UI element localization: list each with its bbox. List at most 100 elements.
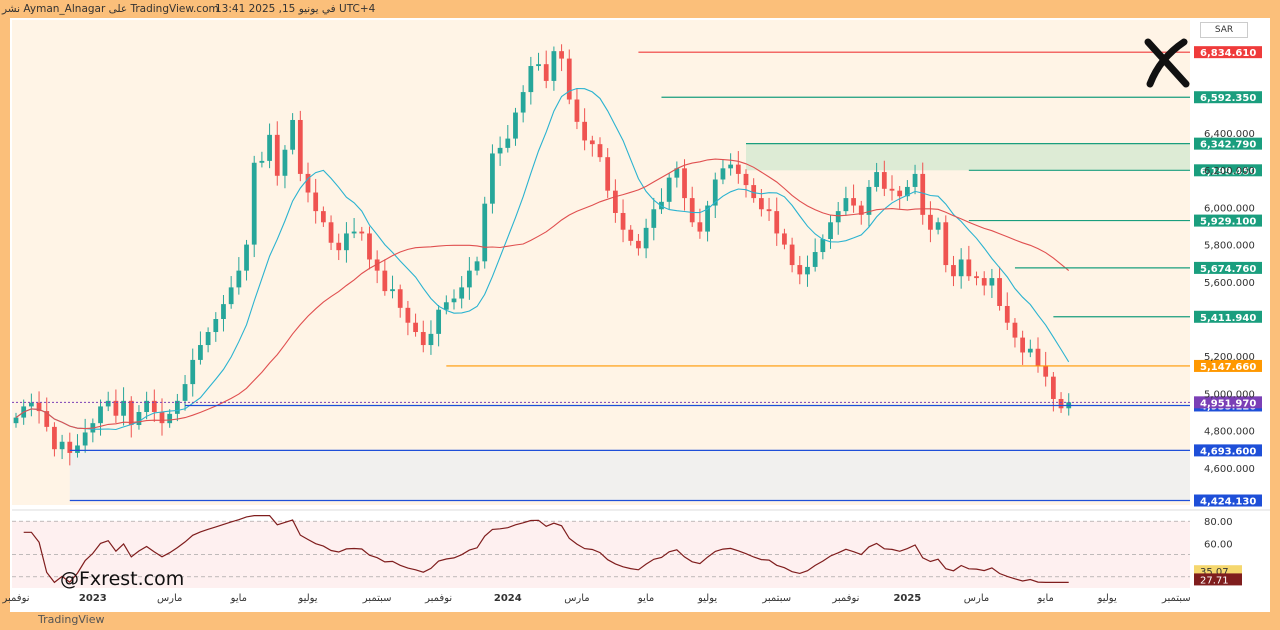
candle-body: [620, 212, 626, 230]
x-tick-label: مارس: [964, 593, 989, 604]
candle-body: [236, 270, 242, 288]
candle-body: [105, 400, 111, 407]
candle-body: [474, 261, 480, 271]
x-tick-label: مارس: [157, 593, 182, 604]
candle-body: [605, 157, 611, 191]
candle-body: [113, 400, 119, 416]
candle-body: [267, 134, 272, 161]
x-tick-label: نوفمبر: [424, 593, 452, 604]
price-level-label: 5,411.940: [1200, 313, 1256, 324]
candle-body: [459, 287, 465, 299]
tradingview-logo: TradingView: [38, 613, 105, 626]
candle-body: [582, 121, 588, 141]
candle: [297, 110, 303, 182]
plot-background: [12, 20, 1190, 505]
candle-body: [451, 298, 457, 303]
x-tick-label: يوليو: [297, 593, 317, 604]
candle-body: [282, 149, 288, 176]
candle-body: [136, 412, 142, 426]
candle-body: [190, 359, 196, 385]
price-level-label: 6,342.790: [1200, 140, 1256, 151]
currency-button[interactable]: SAR: [1200, 22, 1248, 38]
candle: [943, 215, 949, 273]
candle-body: [612, 190, 618, 213]
y-tick-label: 5,000.000: [1204, 389, 1255, 400]
candle-body: [198, 345, 203, 360]
candle-body: [951, 265, 956, 277]
y-tick-label: 4,600.000: [1204, 464, 1255, 475]
price-level-label: 5,674.760: [1200, 264, 1256, 275]
candle-body: [313, 192, 319, 212]
y-tick-label: 5,600.000: [1204, 278, 1255, 289]
zone-resistance: [746, 143, 1190, 171]
rsi-label: 27.71: [1200, 575, 1229, 586]
candle-body: [344, 233, 349, 251]
candle-body: [397, 289, 403, 308]
candle-body: [958, 259, 964, 277]
candle-body: [75, 445, 80, 453]
candle-body: [835, 211, 841, 223]
price-level-label: 6,834.610: [1200, 48, 1256, 59]
candle-body: [121, 400, 126, 416]
candle-body: [443, 302, 449, 310]
candle-body: [928, 214, 933, 230]
chart-svg[interactable]: إنتاج الأغذية · 1أسبوع · TADAWULO4,768.8…: [0, 0, 1280, 630]
candle-body: [1043, 365, 1049, 377]
candle-body: [28, 402, 34, 407]
candle-body: [789, 244, 795, 266]
candle-body: [628, 229, 634, 241]
candle-body: [436, 309, 442, 334]
candle-body: [1058, 398, 1064, 409]
candle-body: [536, 64, 541, 67]
candle-body: [1050, 376, 1056, 399]
candle-body: [328, 222, 334, 243]
candle-body: [98, 406, 103, 424]
candle-body: [428, 333, 434, 346]
candle-body: [820, 239, 826, 253]
candle-body: [251, 162, 257, 245]
candle: [482, 196, 488, 269]
candle-body: [689, 198, 695, 223]
candle-body: [382, 270, 388, 292]
candle-body: [981, 278, 987, 286]
candle-body: [843, 198, 849, 212]
candle-body: [320, 211, 326, 223]
zone-support: [69, 450, 1191, 501]
candle-body: [128, 400, 134, 426]
y-tick-label: 5,800.000: [1204, 241, 1255, 252]
candle-body: [59, 441, 65, 450]
x-tick-label: سبتمبر: [1161, 593, 1191, 604]
candle-body: [367, 233, 372, 260]
candle-body: [52, 426, 57, 450]
x-tick-label: 2025: [893, 593, 921, 604]
candle-body: [13, 417, 19, 424]
candle-body: [1020, 337, 1026, 353]
candle-body: [482, 203, 488, 262]
x-tick-label: يوليو: [697, 593, 717, 604]
candle-body: [205, 332, 211, 346]
candle-body: [359, 231, 365, 234]
candle-body: [851, 198, 856, 206]
candle-body: [505, 138, 511, 148]
candle-body: [497, 147, 503, 154]
y-tick-label: 6,400.000: [1204, 129, 1255, 140]
y-tick-label: 4,800.000: [1204, 427, 1255, 438]
candle-body: [897, 190, 903, 197]
candle-body: [774, 211, 780, 234]
candle: [251, 155, 257, 258]
candle-body: [405, 307, 411, 323]
candle-body: [520, 92, 526, 113]
candle-body: [666, 177, 672, 202]
candle-body: [597, 144, 603, 158]
candle-body: [720, 168, 726, 180]
candle-body: [228, 287, 234, 305]
candle-body: [874, 172, 880, 187]
rsi-tick-label: 80.00: [1204, 517, 1233, 528]
candle-body: [551, 51, 557, 81]
price-level-label: 4,693.600: [1200, 446, 1256, 457]
candle-body: [244, 244, 249, 271]
candle-body: [682, 168, 687, 199]
candle-body: [697, 222, 703, 232]
x-tick-label: مايو: [230, 593, 247, 604]
y-tick-label: 5,200.000: [1204, 352, 1255, 363]
